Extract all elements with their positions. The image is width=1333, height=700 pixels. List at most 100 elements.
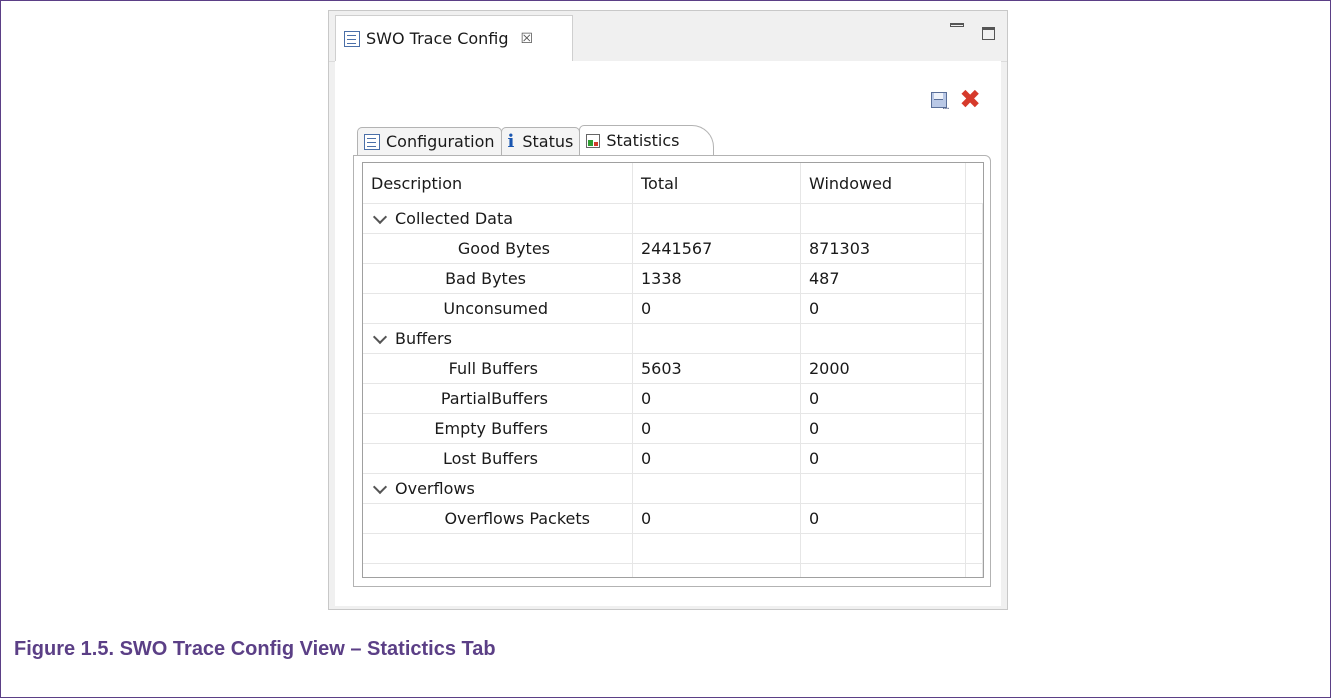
empty-cell [363,564,633,577]
group-label: Buffers [395,329,452,348]
empty-cell [801,534,966,563]
row-label: Overflows Packets [363,504,633,533]
total-value: 0 [633,504,801,533]
row-label: Good Bytes [363,234,633,263]
save-as-icon[interactable] [931,92,949,112]
table-header: Description Total Windowed [363,163,983,204]
filler-cell [966,264,983,293]
table-row[interactable]: Full Buffers 5603 2000 [363,354,983,384]
tab-configuration[interactable]: Configuration [357,127,502,155]
total-value: 0 [633,444,801,473]
total-value: 0 [633,384,801,413]
maximize-icon[interactable] [982,27,995,40]
group-row-buffers[interactable]: Buffers [363,324,983,354]
tab-statistics[interactable]: Statistics [579,125,715,155]
row-label: Unconsumed [363,294,633,323]
empty-cell [633,324,801,353]
window-controls [950,23,995,40]
statistics-table: Description Total Windowed Collected Dat… [362,162,984,578]
empty-cell [801,474,966,503]
table-row[interactable]: Bad Bytes 1338 487 [363,264,983,294]
tab-strip: Configuration i Status Statistics [357,125,715,155]
group-row-overflows[interactable]: Overflows [363,474,983,504]
tab-statistics-label: Statistics [606,131,680,150]
filler-cell [966,234,983,263]
empty-cell [633,534,801,563]
column-header-windowed[interactable]: Windowed [801,163,966,203]
row-label: Bad Bytes [363,264,633,293]
group-label: Collected Data [395,209,514,228]
filler-cell [966,384,983,413]
windowed-value: 871303 [801,234,966,263]
filler-cell [966,504,983,533]
total-value: 2441567 [633,234,801,263]
toolbar: ✖ [931,87,981,113]
filler-cell [966,564,983,577]
table-row[interactable]: Lost Buffers 0 0 [363,444,983,474]
filler-cell [966,444,983,473]
group-cell: Overflows [363,474,633,503]
windowed-value: 0 [801,504,966,533]
total-value: 5603 [633,354,801,383]
empty-row [363,534,983,564]
windowed-value: 487 [801,264,966,293]
total-value: 0 [633,414,801,443]
view-tab-swo-trace-config[interactable]: SWO Trace Config ☒ [335,15,573,61]
statistics-panel: Description Total Windowed Collected Dat… [353,155,991,587]
empty-cell [801,204,966,233]
tab-status-label: Status [522,132,574,151]
total-value: 0 [633,294,801,323]
group-label: Overflows [395,479,475,498]
filler-cell [966,414,983,443]
figure-caption: Figure 1.5. SWO Trace Config View – Stat… [14,638,496,660]
filler-cell [966,294,983,323]
column-header-description[interactable]: Description [363,163,633,203]
statistics-icon [586,133,601,148]
configuration-icon [364,133,380,150]
view-content: ✖ Configuration i Status Statistics Desc… [335,61,1001,606]
info-icon: i [507,131,515,152]
windowed-value: 0 [801,444,966,473]
row-label: Empty Buffers [363,414,633,443]
group-cell: Collected Data [363,204,633,233]
empty-row [363,564,983,577]
windowed-value: 0 [801,384,966,413]
view-tab-title: SWO Trace Config [366,29,509,48]
empty-cell [633,564,801,577]
table-row[interactable]: Good Bytes 2441567 871303 [363,234,983,264]
chevron-down-icon[interactable] [372,329,388,344]
windowed-value: 2000 [801,354,966,383]
filler-cell [966,354,983,383]
table-row[interactable]: Overflows Packets 0 0 [363,504,983,534]
filler-cell [966,474,983,503]
delete-icon[interactable]: ✖ [959,87,981,113]
row-label: Lost Buffers [363,444,633,473]
table-row[interactable]: Unconsumed 0 0 [363,294,983,324]
empty-cell [633,204,801,233]
empty-cell [633,474,801,503]
empty-cell [801,564,966,577]
filler-cell [966,204,983,233]
total-value: 1338 [633,264,801,293]
column-header-total[interactable]: Total [633,163,801,203]
tab-status[interactable]: i Status [500,127,581,155]
chevron-down-icon[interactable] [372,209,388,224]
windowed-value: 0 [801,414,966,443]
row-label: Full Buffers [363,354,633,383]
table-row[interactable]: PartialBuffers 0 0 [363,384,983,414]
row-label: PartialBuffers [363,384,633,413]
swo-trace-config-view: SWO Trace Config ☒ ✖ Configuration i Sta… [328,10,1008,610]
windowed-value: 0 [801,294,966,323]
filler-cell [966,324,983,353]
minimize-icon[interactable] [950,23,964,27]
filler-cell [966,534,983,563]
empty-cell [363,534,633,563]
group-row-collected-data[interactable]: Collected Data [363,204,983,234]
chevron-down-icon[interactable] [372,479,388,494]
empty-cell [801,324,966,353]
config-view-icon [344,30,360,47]
tab-configuration-label: Configuration [386,132,495,151]
close-view-icon[interactable]: ☒ [521,31,534,47]
group-cell: Buffers [363,324,633,353]
table-row[interactable]: Empty Buffers 0 0 [363,414,983,444]
